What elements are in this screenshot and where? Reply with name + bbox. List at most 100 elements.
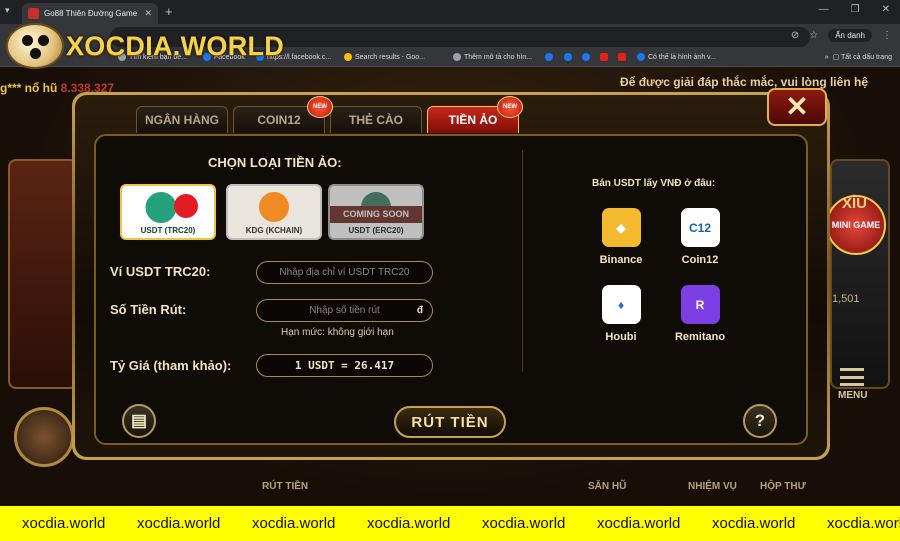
- tab-close-icon[interactable]: ✕: [144, 8, 152, 19]
- wallet-address-input[interactable]: Nhập địa chỉ ví USDT TRC20: [256, 261, 433, 284]
- bookmark-item[interactable]: Search results - Goo...: [344, 53, 425, 61]
- side-number: 1,501: [832, 293, 860, 305]
- coin-label: KDG (KCHAIN): [245, 226, 303, 235]
- logo-disc-icon: [6, 23, 64, 69]
- logo-text: XOCDIA.WORLD: [66, 30, 285, 61]
- bookmark-youtube[interactable]: [600, 53, 608, 61]
- sell-usdt-title: Bán USDT lấy VNĐ ở đâu:: [592, 178, 716, 189]
- coin-kdg[interactable]: KDG (KCHAIN): [226, 184, 322, 240]
- xiu-label: XỈU: [842, 195, 868, 212]
- nav-withdraw[interactable]: RÚT TIỀN: [262, 481, 308, 492]
- menu-label: MENU: [838, 390, 868, 401]
- game-card-left[interactable]: [8, 159, 78, 389]
- facebook-icon: [582, 53, 590, 61]
- tab-search-icon[interactable]: ▾: [5, 5, 10, 16]
- nav-jackpot[interactable]: SĂN HŨ: [588, 481, 626, 492]
- new-badge: NEW: [497, 96, 523, 118]
- watermark-text: xocdia.world: [597, 515, 681, 532]
- amount-placeholder: Nhập số tiền rút: [309, 305, 380, 316]
- hamburger-icon: [840, 368, 864, 386]
- bookmark-youtube[interactable]: [618, 53, 626, 61]
- exchange-houbi[interactable]: ♦ Houbi: [581, 285, 661, 343]
- document-icon: ▤: [130, 411, 148, 430]
- menu-button[interactable]: MENU: [838, 368, 867, 401]
- window-controls: — ❐ ✕: [819, 4, 890, 15]
- coming-soon-banner: COMING SOON: [330, 206, 422, 223]
- coin-usdt-trc20[interactable]: USDT (TRC20): [120, 184, 216, 240]
- incognito-badge[interactable]: Ẩn danh: [828, 29, 872, 42]
- facebook-icon: [545, 53, 553, 61]
- tether-icon: [145, 192, 177, 223]
- tab-favicon-icon: [28, 8, 39, 19]
- amount-label: Số Tiền Rút:: [110, 302, 187, 317]
- browser-tab[interactable]: Go88 Thiên Đường Game ✕: [22, 3, 158, 24]
- close-icon: ✕: [785, 91, 809, 122]
- minimize-icon[interactable]: —: [819, 4, 829, 15]
- help-icon: ?: [754, 411, 766, 430]
- exchange-rate-display: 1 USDT = 26.417: [256, 354, 433, 377]
- exchange-coin12[interactable]: C12 Coin12: [660, 208, 740, 266]
- houbi-icon: ♦: [601, 285, 641, 324]
- amount-input[interactable]: Nhập số tiền rút đ: [256, 299, 433, 322]
- watermark-text: xocdia.world: [22, 515, 106, 532]
- history-button[interactable]: ▤: [122, 404, 156, 438]
- payment-tabs: NGÂN HÀNG COIN12 THẺ CÀO TIỀN ẢO NEW NEW: [136, 96, 536, 134]
- close-modal-button[interactable]: ✕: [767, 88, 827, 126]
- tab-bank[interactable]: NGÂN HÀNG: [136, 106, 228, 133]
- currency-unit: đ: [416, 305, 423, 316]
- all-bookmarks[interactable]: » ▢ Tất cả dấu trang: [825, 53, 892, 61]
- watermark-text: xocdia.world: [712, 515, 796, 532]
- facebook-icon: [637, 53, 645, 61]
- help-button[interactable]: ?: [743, 404, 777, 438]
- bottom-nav: RÚT TIỀN SĂN HŨ NHIỆM VỤ HỘP THƯ: [0, 455, 900, 506]
- tron-icon: [174, 194, 199, 218]
- bookmark-facebook[interactable]: [545, 53, 553, 61]
- more-menu-icon[interactable]: ⋮: [882, 30, 892, 41]
- coin-label: USDT (ERC20): [348, 226, 404, 235]
- limit-text: Hạn mức: không giới hạn: [281, 327, 394, 338]
- coin-label: USDT (TRC20): [140, 226, 196, 235]
- site-logo: XOCDIA.WORLD: [6, 22, 284, 70]
- divider: [522, 150, 523, 372]
- withdraw-button[interactable]: RÚT TIỀN: [394, 406, 506, 438]
- globe-icon: [453, 53, 461, 61]
- new-tab-icon[interactable]: +: [165, 4, 173, 19]
- tab-scratch-card[interactable]: THẺ CÀO: [330, 106, 422, 133]
- wallet-label: Ví USDT TRC20:: [110, 264, 211, 279]
- restore-icon[interactable]: ❐: [851, 4, 860, 15]
- watermark-strip: xocdia.world xocdia.world xocdia.world x…: [0, 506, 900, 541]
- new-badge: NEW: [307, 96, 333, 118]
- eye-off-icon[interactable]: ⊘: [791, 30, 799, 41]
- nav-mailbox[interactable]: HỘP THƯ: [760, 481, 806, 492]
- watermark-text: xocdia.world: [482, 515, 566, 532]
- exchange-binance[interactable]: ◆ Binance: [581, 208, 661, 266]
- youtube-icon: [600, 53, 608, 61]
- tab-title: Go88 Thiên Đường Game: [44, 9, 138, 18]
- coin-usdt-erc20: COMING SOON USDT (ERC20): [328, 184, 424, 240]
- google-icon: [344, 53, 352, 61]
- support-ticker: Để được giải đáp thắc mắc, vui lòng liên…: [620, 75, 868, 89]
- exchange-name: Houbi: [605, 331, 637, 343]
- watermark-text: xocdia.world: [137, 515, 221, 532]
- exchange-remitano[interactable]: R Remitano: [660, 285, 740, 343]
- star-icon[interactable]: ☆: [809, 30, 818, 41]
- facebook-icon: [564, 53, 572, 61]
- nav-missions[interactable]: NHIỆM VỤ: [688, 481, 737, 492]
- bookmark-facebook[interactable]: [582, 53, 590, 61]
- game-card-right[interactable]: [830, 159, 890, 389]
- close-window-icon[interactable]: ✕: [882, 4, 890, 15]
- rate-label: Tỷ Giá (tham khảo):: [110, 358, 232, 373]
- bookmark-facebook[interactable]: [564, 53, 572, 61]
- youtube-icon: [618, 53, 626, 61]
- exchange-name: Coin12: [681, 254, 719, 266]
- watermark-text: xocdia.world: [367, 515, 451, 532]
- toolbar-actions: ⊘ ☆ Ẩn danh ⋮: [791, 29, 892, 42]
- binance-icon: ◆: [601, 208, 641, 247]
- remitano-icon: R: [680, 285, 720, 324]
- bookmark-item[interactable]: Thêm mô tả cho hìn...: [453, 53, 532, 61]
- bookmark-item[interactable]: Có thể là hình ảnh v...: [637, 53, 716, 61]
- coin12-icon: C12: [680, 208, 720, 247]
- kdg-icon: [259, 192, 289, 222]
- watermark-text: xocdia.world: [827, 515, 900, 532]
- exchange-name: Remitano: [674, 331, 726, 343]
